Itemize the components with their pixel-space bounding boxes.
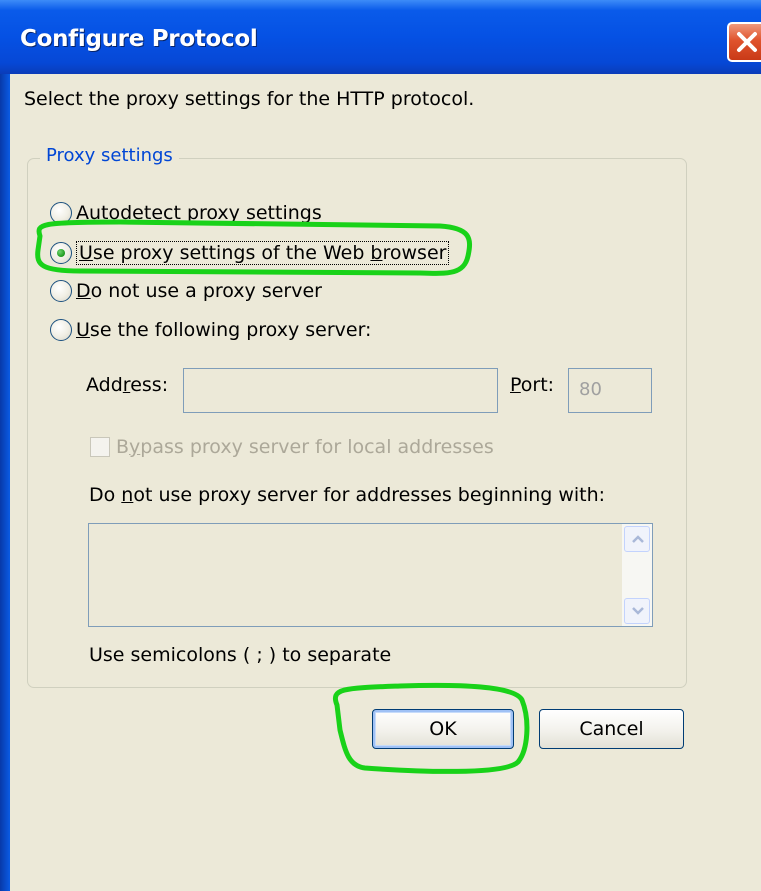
highlight-browser-option xyxy=(35,219,473,276)
highlight-ok-button xyxy=(333,682,530,774)
highlight-annotations xyxy=(35,219,530,774)
